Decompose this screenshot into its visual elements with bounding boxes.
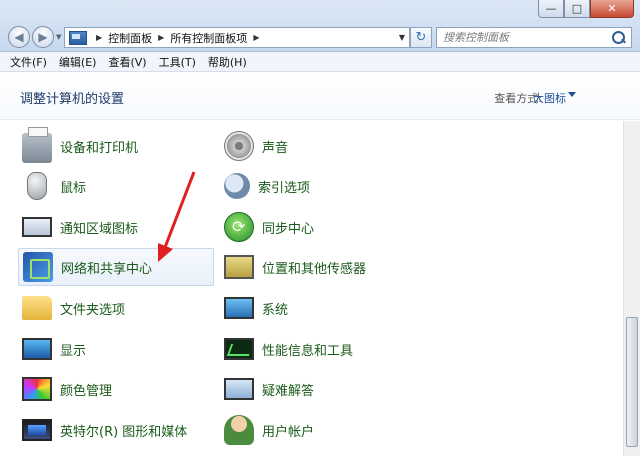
item-sound[interactable]: 声音 (220, 127, 416, 165)
item-label: 英特尔(R) 图形和媒体 (60, 424, 188, 440)
item-label: 声音 (262, 140, 289, 156)
mouse-icon (27, 172, 47, 200)
search-icon[interactable] (611, 30, 627, 46)
menu-file[interactable]: 文件(F) (10, 54, 47, 70)
menu-bar: 文件(F) 编辑(E) 查看(V) 工具(T) 帮助(H) (0, 52, 640, 72)
arrow-right-icon: ▶ (38, 30, 48, 44)
item-network-sharing[interactable]: 网络和共享中心 (18, 248, 214, 286)
color-management-icon (22, 377, 52, 401)
troubleshooting-icon (224, 378, 254, 400)
item-label: 疑难解答 (262, 383, 315, 399)
item-performance[interactable]: 性能信息和工具 (220, 330, 416, 368)
item-devices-printers[interactable]: 设备和打印机 (18, 127, 214, 165)
menu-help[interactable]: 帮助(H) (208, 54, 247, 70)
item-mouse[interactable]: 鼠标 (18, 167, 214, 205)
item-color-management[interactable]: 颜色管理 (18, 370, 214, 408)
menu-view[interactable]: 查看(V) (108, 54, 146, 70)
view-mode-dropdown[interactable]: 大图标 (533, 90, 566, 106)
vertical-scrollbar[interactable] (623, 121, 640, 456)
menu-tools[interactable]: 工具(T) (159, 54, 196, 70)
back-button[interactable]: ◀ (8, 26, 30, 48)
window-controls: — □ ✕ (538, 0, 634, 20)
network-icon (23, 252, 53, 282)
control-panel-items: 设备和打印机 鼠标 通知区域图标 网络和共享中心 文件夹选项 显示 颜色管理 英… (0, 121, 620, 456)
maximize-button[interactable]: □ (564, 0, 590, 18)
close-button[interactable]: ✕ (590, 0, 634, 18)
address-bar[interactable]: ▶ 控制面板 ▶ 所有控制面板项 ▶ ▼ (64, 27, 410, 48)
item-system[interactable]: 系统 (220, 289, 416, 327)
item-label: 索引选项 (258, 180, 311, 196)
recent-pages-dropdown[interactable]: ▼ (56, 33, 61, 41)
item-label: 设备和打印机 (60, 140, 139, 156)
item-label: 用户帐户 (262, 424, 315, 440)
item-sync-center[interactable]: 同步中心 (220, 208, 416, 246)
user-accounts-icon (224, 415, 254, 445)
system-icon (224, 297, 254, 319)
address-dropdown[interactable]: ▼ (399, 33, 405, 42)
performance-icon (224, 338, 254, 360)
item-location-sensors[interactable]: 位置和其他传感器 (220, 248, 416, 286)
arrow-left-icon: ◀ (14, 30, 24, 44)
item-label: 文件夹选项 (60, 302, 126, 318)
refresh-icon: ↻ (415, 30, 427, 45)
window-chrome: — □ ✕ ◀ ▶ ▼ ▶ 控制面板 ▶ 所有控制面板项 ▶ ▼ ↻ (0, 0, 640, 52)
forward-button[interactable]: ▶ (32, 26, 54, 48)
sync-center-icon (224, 212, 254, 242)
display-icon (22, 338, 52, 360)
page-title: 调整计算机的设置 (20, 92, 125, 107)
item-label: 通知区域图标 (60, 221, 139, 237)
printer-icon (22, 127, 52, 163)
item-label: 位置和其他传感器 (262, 261, 367, 277)
control-panel-icon (69, 30, 87, 45)
item-user-accounts[interactable]: 用户帐户 (220, 411, 416, 449)
item-indexing-options[interactable]: 索引选项 (220, 167, 416, 205)
search-input[interactable] (443, 29, 611, 46)
chevron-down-icon[interactable] (568, 92, 576, 97)
folder-options-icon (22, 296, 52, 320)
notification-area-icon (22, 217, 52, 237)
breadcrumb-control-panel[interactable]: 控制面板 (108, 30, 152, 46)
item-label: 颜色管理 (60, 383, 113, 399)
item-label: 性能信息和工具 (262, 343, 354, 359)
chevron-right-icon[interactable]: ▶ (253, 33, 259, 42)
item-label: 显示 (60, 343, 87, 359)
item-notification-icons[interactable]: 通知区域图标 (18, 208, 214, 246)
search-box[interactable] (436, 27, 632, 48)
item-label: 同步中心 (262, 221, 315, 237)
item-troubleshooting[interactable]: 疑难解答 (220, 370, 416, 408)
intel-graphics-icon (22, 419, 52, 441)
menu-edit[interactable]: 编辑(E) (59, 54, 97, 70)
chevron-right-icon[interactable]: ▶ (96, 33, 102, 42)
location-sensor-icon (224, 255, 254, 279)
chevron-right-icon[interactable]: ▶ (158, 33, 164, 42)
item-label: 鼠标 (60, 180, 87, 196)
item-folder-options[interactable]: 文件夹选项 (18, 289, 214, 327)
indexing-icon (224, 173, 250, 199)
refresh-button[interactable]: ↻ (410, 27, 432, 48)
breadcrumb-all-items[interactable]: 所有控制面板项 (170, 30, 247, 46)
item-label: 网络和共享中心 (61, 261, 153, 277)
item-label: 系统 (262, 302, 289, 318)
content-header: 调整计算机的设置 查看方式: 大图标 (0, 72, 640, 120)
scrollbar-thumb[interactable] (626, 317, 638, 447)
minimize-button[interactable]: — (538, 0, 564, 18)
breadcrumb: ▶ 控制面板 ▶ 所有控制面板项 ▶ (90, 30, 265, 46)
item-intel-graphics[interactable]: 英特尔(R) 图形和媒体 (18, 411, 214, 449)
item-display[interactable]: 显示 (18, 330, 214, 368)
sound-icon (224, 131, 254, 161)
